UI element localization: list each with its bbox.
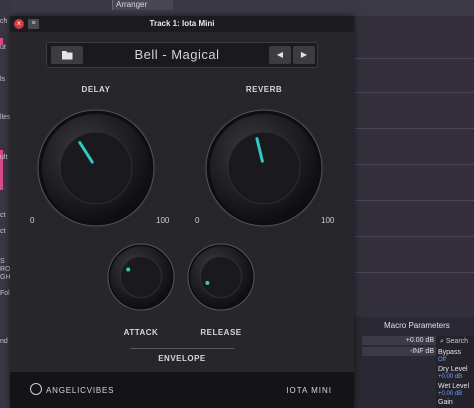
macro-item-value: +0.00 dB	[438, 391, 463, 397]
macro-item-wet[interactable]: Wet Level	[438, 383, 469, 390]
macro-item-value: Off	[438, 357, 446, 363]
knob-indicator	[205, 280, 210, 285]
window-title: Track 1: Iota Mini	[149, 19, 215, 28]
macro-search-placeholder: Search	[445, 338, 469, 345]
folder-icon	[62, 51, 73, 60]
track-lane-divider	[354, 272, 474, 273]
knob-cap	[200, 256, 242, 298]
release-label: RELEASE	[200, 328, 242, 337]
arrangement-area[interactable]	[354, 16, 474, 316]
left-fragment: nd	[0, 338, 8, 345]
macro-item-gain[interactable]: Gain	[438, 399, 453, 406]
release-knob[interactable]	[186, 242, 256, 312]
reverb-max-label: 100	[321, 216, 335, 225]
left-fragment: S	[0, 258, 5, 265]
delay-knob[interactable]	[36, 108, 156, 228]
brand-logo-icon	[30, 383, 42, 395]
macro-item-bypass[interactable]: Bypass	[438, 349, 461, 356]
delay-min-label: 0	[30, 216, 35, 225]
track-lane-divider	[354, 236, 474, 237]
left-fragment: ct	[0, 212, 6, 219]
knob-cap	[227, 131, 301, 205]
left-fragment: ut	[0, 44, 6, 51]
envelope-divider	[130, 348, 234, 349]
left-fragment: ct	[0, 228, 6, 235]
attack-label: ATTACK	[123, 328, 159, 337]
delay-label: DELAY	[81, 85, 111, 94]
arranger-tab[interactable]: Arranger	[112, 0, 173, 10]
knob-indicator	[126, 267, 131, 272]
knob-cap	[59, 131, 133, 205]
product-name: IOTA MINI	[286, 386, 332, 395]
left-fragment: ch	[0, 18, 8, 25]
next-preset-button[interactable]: ▶	[293, 46, 315, 64]
macro-level[interactable]: -INF dB	[362, 347, 436, 356]
left-fragment: lles	[0, 114, 11, 121]
left-fragment: ult	[0, 154, 8, 161]
left-fragment: ls	[0, 76, 6, 83]
plugin-footer: ANGELICVIBES IOTA MINI	[10, 372, 354, 408]
macro-item-value: +0.00 dB	[438, 374, 463, 380]
attack-knob[interactable]	[106, 242, 176, 312]
track-lane-divider	[354, 128, 474, 129]
daw-top-bar	[12, 0, 474, 16]
knob-cap	[120, 256, 162, 298]
track-lane-divider	[354, 200, 474, 201]
delay-max-label: 100	[156, 216, 170, 225]
track-lane-divider	[354, 58, 474, 59]
macro-level[interactable]: +0.00 dB	[362, 336, 436, 345]
macro-search-input[interactable]: ⌕ Search	[440, 338, 468, 346]
reverb-knob[interactable]	[202, 108, 326, 228]
left-fragment: RO	[0, 266, 11, 273]
brand-name: ANGELICVIBES	[46, 386, 115, 395]
reverb-label: REVERB	[245, 85, 283, 94]
macro-title: Macro Parameters	[384, 321, 450, 330]
preset-bar: Bell - Magical ◀ ▶	[46, 42, 318, 68]
preset-folder-button[interactable]	[51, 46, 83, 64]
reverb-min-label: 0	[195, 216, 200, 225]
prev-preset-button[interactable]: ◀	[269, 46, 291, 64]
plugin-window: × ≡ Track 1: Iota Mini Bell - Magical ◀ …	[10, 16, 354, 408]
macro-item-dry[interactable]: Dry Level	[438, 366, 468, 373]
track-lane-divider	[354, 92, 474, 93]
track-lane-divider	[354, 164, 474, 165]
title-bar[interactable]: × ≡ Track 1: Iota Mini	[10, 16, 354, 32]
envelope-label: ENVELOPE	[158, 354, 206, 363]
preset-name[interactable]: Bell - Magical	[87, 43, 267, 67]
